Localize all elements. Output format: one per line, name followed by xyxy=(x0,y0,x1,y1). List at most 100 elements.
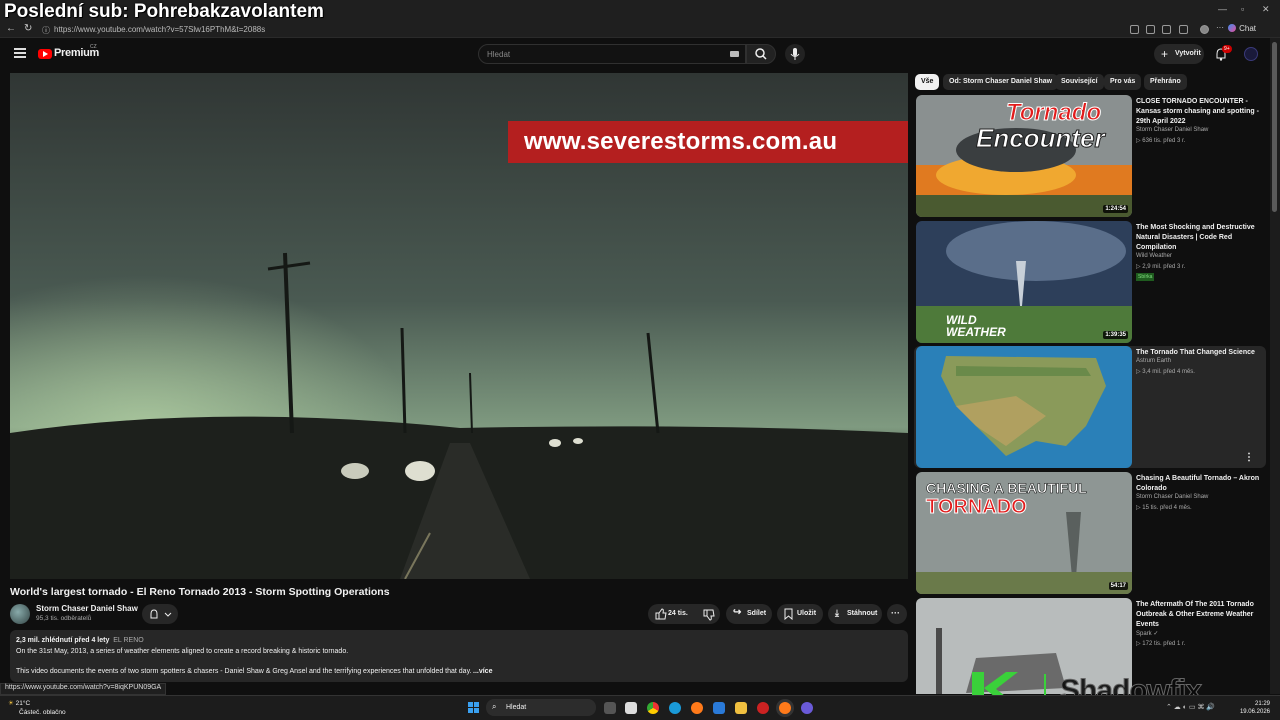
video-meta: ▷ 636 tis. před 3 r. xyxy=(1136,138,1186,144)
search-icon xyxy=(755,48,767,60)
save-label: Uložit xyxy=(797,610,817,617)
video-title: World's largest tornado - El Reno Tornad… xyxy=(10,586,390,598)
chip-all[interactable]: Vše xyxy=(915,74,940,90)
channel-name[interactable]: Storm Chaser Daniel Shaw xyxy=(1136,494,1208,500)
minimize-icon[interactable]: — xyxy=(1218,4,1227,14)
task-view-icon[interactable] xyxy=(604,702,616,714)
channel-name[interactable]: Storm Chaser Daniel Shaw xyxy=(36,604,138,613)
like-button[interactable]: 24 tis. xyxy=(648,604,720,624)
chat-button[interactable]: Chat xyxy=(1228,24,1256,33)
search-input[interactable] xyxy=(487,48,717,61)
plus-icon: + xyxy=(1161,47,1169,61)
chrome-icon[interactable] xyxy=(647,702,659,714)
status-bar-url: https://www.youtube.com/watch?v=8iqKPUN0… xyxy=(0,683,167,695)
video-thumbnail[interactable] xyxy=(916,346,1132,468)
account-avatar[interactable] xyxy=(1244,47,1258,61)
notification-badge: 9+ xyxy=(1222,45,1232,53)
time: 21:29 xyxy=(1254,701,1270,707)
menu-icon[interactable] xyxy=(14,48,26,58)
video-title[interactable]: Chasing A Beautiful Tornado – Akron Colo… xyxy=(1136,474,1266,494)
discord-icon[interactable] xyxy=(801,702,813,714)
address-bar: ← ↻ ⓘ https://www.youtube.com/watch?v=57… xyxy=(0,22,1280,38)
bookmark-icon[interactable] xyxy=(1146,25,1155,34)
channel-name[interactable]: Astrum Earth xyxy=(1136,358,1171,364)
download-button[interactable]: ⤓ Stáhnout xyxy=(828,604,882,624)
views-date: 636 tis. před 3 r. xyxy=(1142,138,1186,144)
recommended-video[interactable]: CHASING A BEAUTIFUL TORNADO 54:17 Chasin… xyxy=(914,472,1266,594)
youtube-logo-icon[interactable] xyxy=(38,49,52,59)
video-player[interactable]: www.severestorms.com.au xyxy=(10,73,908,579)
more-actions-button[interactable]: ··· xyxy=(887,604,907,624)
file-explorer-icon[interactable] xyxy=(735,702,747,714)
search-box xyxy=(478,44,746,64)
close-window-icon[interactable]: ✕ xyxy=(1262,4,1270,15)
widgets-icon[interactable] xyxy=(625,702,637,714)
taskbar-clock[interactable]: 21:29 19.06.2026 xyxy=(1240,700,1270,716)
sync-icon[interactable] xyxy=(1162,25,1171,34)
share-button[interactable]: ↪ Sdílet xyxy=(726,604,772,624)
subscribed-button[interactable] xyxy=(142,604,178,624)
thumbnail-text: Encounter xyxy=(976,123,1106,154)
more-menu-icon[interactable]: ··· xyxy=(1216,23,1224,32)
firefox-active-icon[interactable] xyxy=(779,702,791,714)
channel-name[interactable]: Spark ✓ xyxy=(1136,630,1158,637)
channel-name-text: Spark xyxy=(1136,631,1152,637)
app-icon[interactable] xyxy=(757,702,769,714)
collections-icon[interactable] xyxy=(1179,25,1188,34)
video-thumbnail[interactable]: WILD WEATHER 1:39:35 xyxy=(916,221,1132,343)
reload-icon[interactable]: ↻ xyxy=(24,23,32,34)
voice-search-button[interactable] xyxy=(785,44,805,64)
description-line: This video documents the events of two s… xyxy=(16,668,472,675)
recommended-video[interactable]: WILD WEATHER 1:39:35 The Most Shocking a… xyxy=(914,221,1266,343)
chip-for-you[interactable]: Pro vás xyxy=(1104,74,1142,90)
chip-related[interactable]: Související xyxy=(1055,74,1104,90)
more-dots-icon: ··· xyxy=(891,608,900,618)
overlay-banner-text: www.severestorms.com.au xyxy=(524,128,838,155)
views-date: 3,4 mil. před 4 měs. xyxy=(1142,369,1195,375)
recommended-video[interactable]: Tornado Encounter 1:24:54 CLOSE TORNADO … xyxy=(914,95,1266,217)
extension-icon[interactable] xyxy=(1130,25,1139,34)
views-date: 172 tis. před 1 r. xyxy=(1142,641,1186,647)
video-title[interactable]: The Aftermath Of The 2011 Tornado Outbre… xyxy=(1136,600,1266,630)
search-button[interactable] xyxy=(746,44,776,64)
thumbs-down-icon[interactable] xyxy=(702,608,716,622)
start-icon[interactable] xyxy=(468,702,480,714)
mail-icon[interactable] xyxy=(713,702,725,714)
taskbar-search[interactable]: ⌕ Hledat xyxy=(486,699,596,716)
kebab-menu-icon[interactable]: ⋮ xyxy=(1244,452,1254,463)
subscriber-count: 95,3 tis. odběratelů xyxy=(36,615,92,622)
like-count: 24 tis. xyxy=(668,610,688,617)
show-more-link[interactable]: ...více xyxy=(473,668,492,675)
keyboard-icon[interactable] xyxy=(730,51,739,57)
video-title[interactable]: The Tornado That Changed Science xyxy=(1136,348,1266,358)
recommended-video[interactable]: The Tornado That Changed Science Astrum … xyxy=(914,346,1266,468)
video-title[interactable]: The Most Shocking and Destructive Natura… xyxy=(1136,223,1266,253)
location-tag[interactable]: EL RENO xyxy=(113,637,143,644)
scrollbar-thumb[interactable] xyxy=(1272,42,1277,212)
channel-name[interactable]: Wild Weather xyxy=(1136,253,1172,259)
firefox-icon[interactable] xyxy=(691,702,703,714)
stream-overlay-title: Poslední sub: Pohrebakzavolantem xyxy=(4,1,324,22)
tray-icons[interactable]: ⌃ ☁ ◐ ▭ ⌘ 🔊 xyxy=(1166,703,1215,711)
views-date: 2,9 mil. před 3 r. xyxy=(1142,264,1186,270)
share-icon: ↪ xyxy=(733,607,742,618)
video-meta: ▷ 3,4 mil. před 4 měs. xyxy=(1136,369,1195,375)
back-icon[interactable]: ← xyxy=(6,23,16,34)
video-duration: 1:24:54 xyxy=(1103,205,1128,213)
profile-icon[interactable] xyxy=(1200,25,1209,34)
chip-watched[interactable]: Přehráno xyxy=(1144,74,1187,90)
channel-avatar[interactable] xyxy=(10,604,30,624)
site-info-icon[interactable]: ⓘ xyxy=(42,25,50,36)
maximize-icon[interactable]: ▫ xyxy=(1241,4,1244,14)
video-title[interactable]: CLOSE TORNADO ENCOUNTER - Kansas storm c… xyxy=(1136,97,1266,127)
create-button[interactable]: + Vytvořit xyxy=(1154,44,1204,64)
url-field[interactable]: https://www.youtube.com/watch?v=57Slw16P… xyxy=(54,25,265,34)
chip-from-channel[interactable]: Od: Storm Chaser Daniel Shaw xyxy=(943,74,1059,90)
channel-name[interactable]: Storm Chaser Daniel Shaw xyxy=(1136,127,1208,133)
weather-widget[interactable]: ☀ 21°C Částeč. oblačno xyxy=(8,699,66,717)
edge-icon[interactable] xyxy=(669,702,681,714)
video-thumbnail[interactable]: Tornado Encounter 1:24:54 xyxy=(916,95,1132,217)
save-button[interactable]: Uložit xyxy=(777,604,823,624)
video-thumbnail[interactable]: CHASING A BEAUTIFUL TORNADO 54:17 xyxy=(916,472,1132,594)
description-line: On the 31st May, 2013, a series of weath… xyxy=(16,648,349,655)
